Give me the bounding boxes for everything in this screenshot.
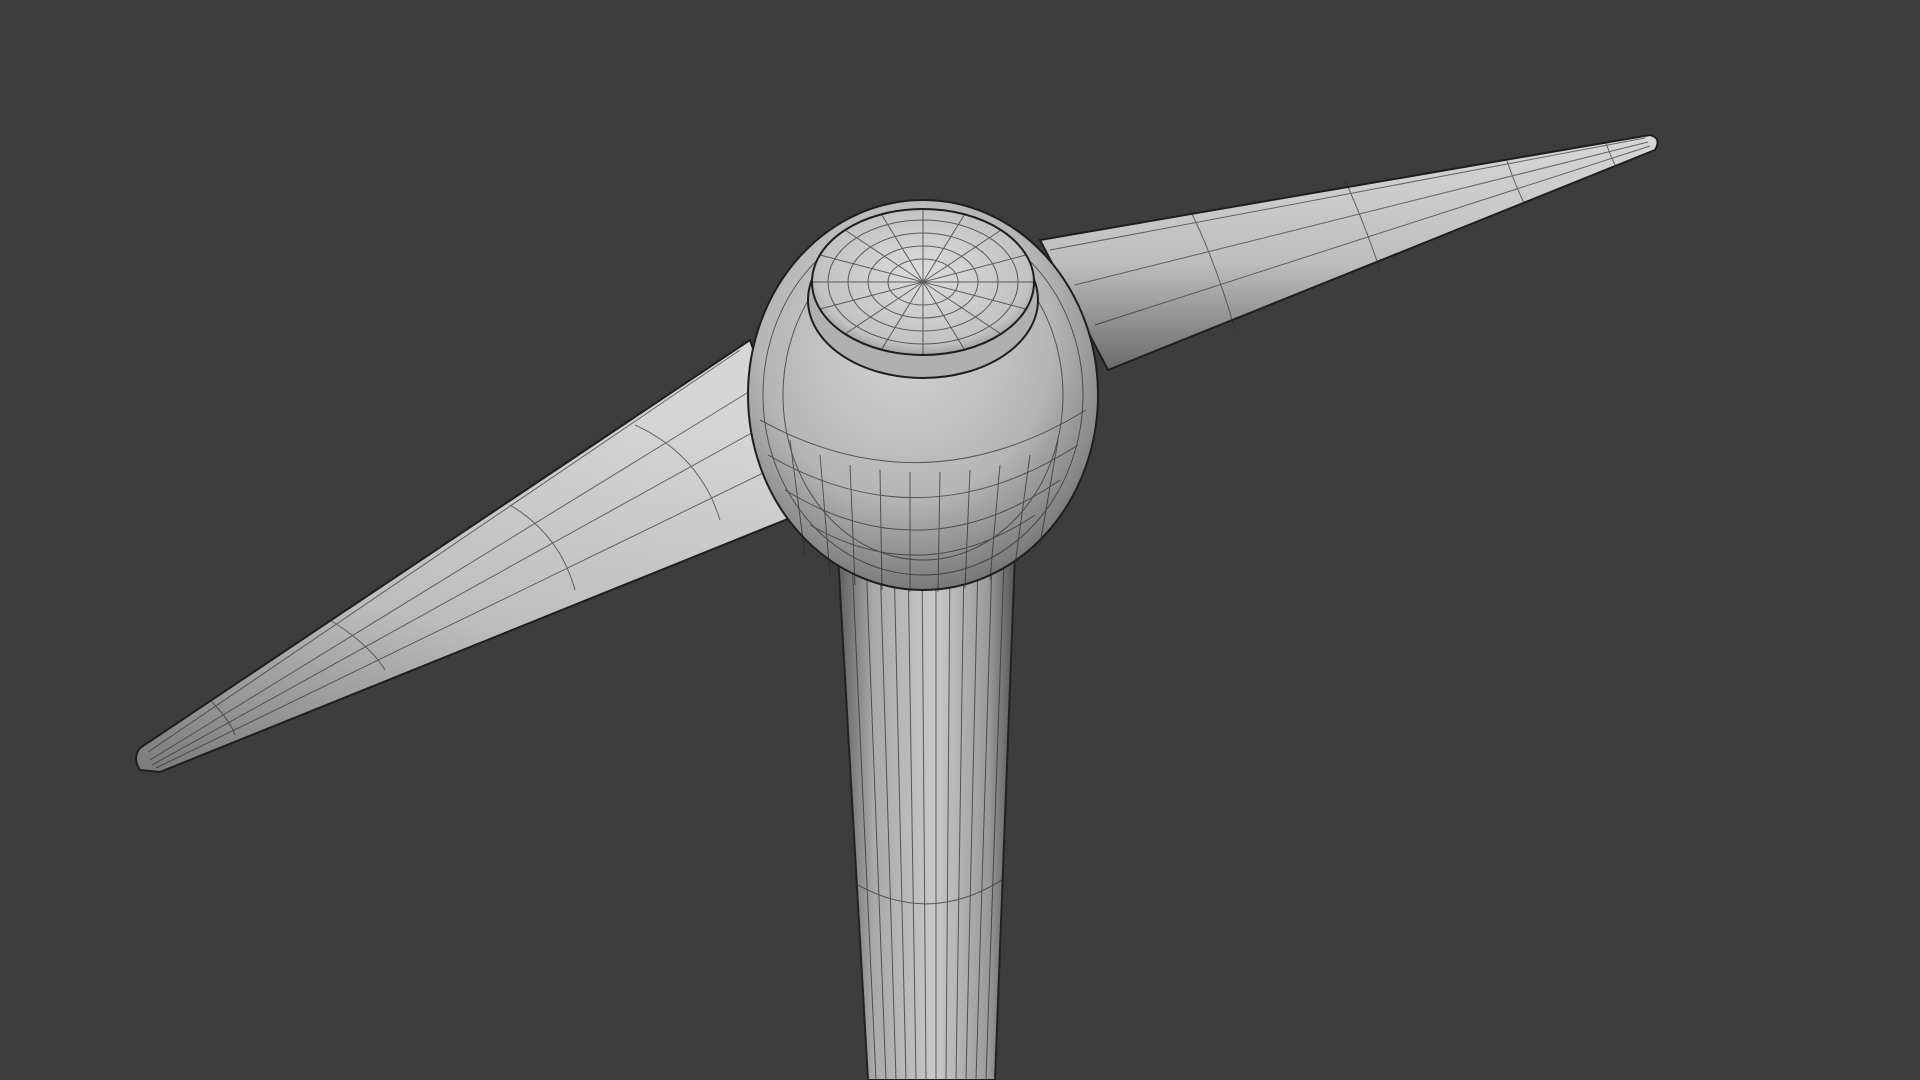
hub-cap	[807, 208, 1039, 379]
pickaxe-model[interactable]	[0, 0, 1920, 1080]
right-blade	[1038, 133, 1659, 372]
3d-viewport[interactable]	[0, 0, 1920, 1080]
handle	[836, 554, 1017, 1080]
left-blade	[135, 338, 812, 774]
